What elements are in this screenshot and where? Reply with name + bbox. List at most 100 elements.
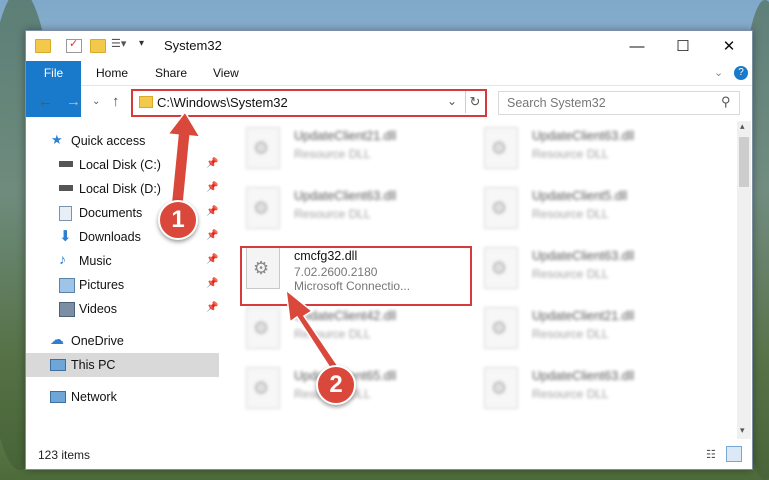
status-bar: 123 items ☷ [26, 441, 752, 467]
properties-icon[interactable]: ✓ [66, 38, 82, 53]
close-button[interactable]: ✕ [706, 31, 752, 61]
file-description: Resource DLL [532, 147, 609, 161]
videos-icon [59, 302, 75, 317]
sidebar-item-label: Documents [79, 206, 143, 220]
dll-file-icon [484, 127, 518, 169]
file-description: Resource DLL [532, 387, 609, 401]
dll-file-icon [246, 127, 280, 169]
tab-share[interactable]: Share [155, 61, 187, 85]
scroll-up-icon[interactable]: ▴ [740, 121, 745, 132]
search-icon: ⚲ [721, 94, 731, 109]
back-arrow-icon[interactable]: ← [38, 93, 53, 110]
quick-access-dropdown-icon[interactable]: ▾ [139, 38, 153, 50]
network-icon [50, 391, 66, 403]
highlighted-file-box [240, 246, 472, 306]
download-icon: ⬇ [59, 228, 72, 245]
pictures-icon [59, 278, 75, 293]
title-bar: ✓ ☰▾ ▾ System32 — ☐ ✕ [26, 31, 752, 61]
details-view-icon[interactable]: ☷ [706, 448, 716, 461]
minimize-button[interactable]: — [614, 31, 660, 61]
maximize-button[interactable]: ☐ [660, 31, 706, 61]
sidebar-item-label: This PC [71, 358, 116, 372]
file-name: UpdateClient63.dll [532, 369, 635, 383]
ribbon-tabs: File Home Share View ⌄ ? [26, 61, 752, 117]
pc-icon [50, 359, 66, 371]
music-icon: ♪ [59, 251, 66, 267]
file-name: UpdateClient21.dll [532, 309, 635, 323]
drive-icon [59, 185, 73, 191]
file-description: Resource DLL [294, 147, 371, 161]
file-description: Resource DLL [532, 207, 609, 221]
up-arrow-icon[interactable]: ↑ [112, 93, 120, 110]
dll-file-icon [246, 307, 280, 349]
scroll-down-icon[interactable]: ▾ [740, 425, 745, 436]
pin-icon: 📌 [206, 254, 219, 265]
file-name: UpdateClient5.dll [532, 189, 628, 203]
customize-icon[interactable]: ☰▾ [111, 37, 126, 50]
dll-file-icon [484, 247, 518, 289]
pin-icon: 📌 [206, 278, 219, 289]
sidebar-item-onedrive[interactable]: ☁ OneDrive [26, 329, 219, 353]
tab-view[interactable]: View [213, 61, 239, 85]
refresh-icon[interactable]: ↻ [465, 91, 484, 113]
pin-icon: 📌 [206, 230, 219, 241]
large-icons-view-icon[interactable] [726, 446, 742, 462]
file-item[interactable]: UpdateClient5.dll Resource DLL [472, 181, 702, 237]
folder-icon [35, 39, 51, 53]
file-name: UpdateClient63.dll [532, 129, 635, 143]
search-placeholder: Search System32 [507, 96, 606, 110]
file-name: UpdateClient21.dll [294, 129, 397, 143]
recent-locations-icon[interactable]: ⌄ [92, 96, 100, 107]
sidebar-item-pictures[interactable]: Pictures 📌 [26, 273, 219, 297]
new-folder-icon[interactable] [90, 39, 106, 53]
address-path: C:\Windows\System32 [157, 95, 288, 110]
tab-home[interactable]: Home [96, 61, 128, 85]
callout-badge-2: 2 [316, 365, 356, 405]
vertical-scrollbar[interactable]: ▴ ▾ [737, 121, 751, 439]
dll-file-icon [484, 367, 518, 409]
cloud-icon: ☁ [50, 331, 64, 347]
expand-ribbon-icon[interactable]: ⌄ [714, 61, 723, 85]
window-title: System32 [164, 38, 222, 53]
star-icon: ★ [51, 132, 63, 147]
folder-icon [139, 96, 153, 108]
sidebar-item-this-pc[interactable]: This PC [26, 353, 219, 377]
file-item[interactable]: UpdateClient21.dll Resource DLL [234, 121, 464, 177]
file-item[interactable]: UpdateClient63.dll Resource DLL [472, 361, 702, 417]
forward-arrow-icon[interactable]: → [66, 93, 81, 110]
navigation-bar: ← → ⌄ ↑ C:\Windows\System32 ⌄ ↻ Search S… [26, 86, 752, 118]
file-item[interactable]: UpdateClient63.dll Resource DLL [234, 181, 464, 237]
sidebar-item-network[interactable]: Network [26, 385, 219, 409]
scrollbar-thumb[interactable] [739, 137, 749, 187]
drive-icon [59, 161, 73, 167]
dll-file-icon [484, 307, 518, 349]
sidebar-item-label: Pictures [79, 278, 125, 292]
dll-file-icon [246, 187, 280, 229]
file-name: UpdateClient63.dll [294, 189, 397, 203]
documents-icon [59, 206, 72, 221]
callout-arrow-2 [285, 288, 344, 375]
dll-file-icon [246, 367, 280, 409]
file-item[interactable]: UpdateClient63.dll Resource DLL [472, 121, 702, 177]
file-description: Resource DLL [532, 327, 609, 341]
sidebar-item-label: Music [79, 254, 112, 268]
sidebar-item-music[interactable]: ♪ Music 📌 [26, 249, 219, 273]
sidebar-item-label: Quick access [71, 134, 146, 148]
file-description: Resource DLL [294, 207, 371, 221]
file-description: Resource DLL [532, 267, 609, 281]
sidebar-item-label: Local Disk (D:) [79, 182, 161, 196]
search-input[interactable]: Search System32 ⚲ [498, 91, 740, 115]
file-item[interactable]: UpdateClient21.dll Resource DLL [472, 301, 702, 357]
address-dropdown-icon[interactable]: ⌄ [447, 94, 457, 108]
sidebar-item-label: Network [71, 390, 117, 404]
sidebar-item-label: Videos [79, 302, 117, 316]
sidebar-item-label: OneDrive [71, 334, 124, 348]
item-count: 123 items [38, 448, 91, 462]
sidebar-item-label: Local Disk (C:) [79, 158, 161, 172]
file-item[interactable]: UpdateClient63.dll Resource DLL [472, 241, 702, 297]
file-name: UpdateClient63.dll [532, 249, 635, 263]
sidebar-item-videos[interactable]: Videos 📌 [26, 297, 219, 321]
callout-badge-1: 1 [158, 200, 198, 240]
pin-icon: 📌 [206, 302, 219, 313]
help-icon[interactable]: ? [734, 66, 748, 80]
